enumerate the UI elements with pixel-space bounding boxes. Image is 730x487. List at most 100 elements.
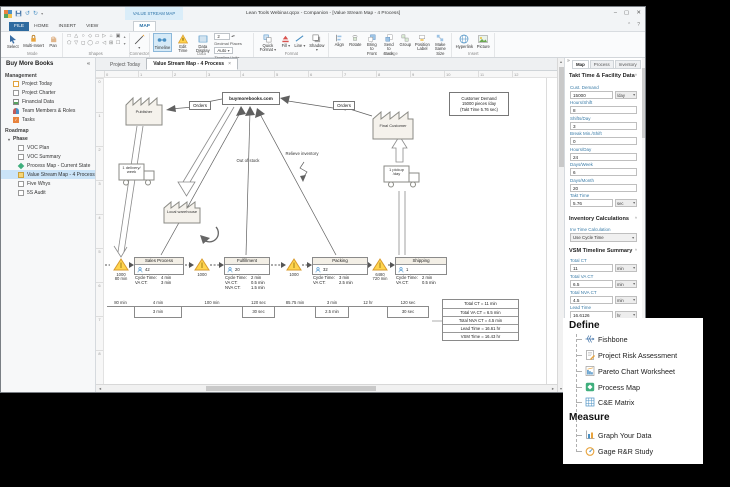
shape-icon[interactable]: ⌂ xyxy=(108,33,115,40)
spinner-icons[interactable]: ▴▾ xyxy=(231,35,234,38)
align-button[interactable]: Align xyxy=(332,33,346,48)
flyout-item-project-risk[interactable]: Project Risk Assessment xyxy=(576,350,677,360)
shape-icon[interactable]: ▽ xyxy=(73,40,80,47)
help-icon[interactable]: ? xyxy=(637,22,640,28)
unit-select[interactable]: min▾ xyxy=(615,296,637,304)
shifts-day-input[interactable]: 3 xyxy=(570,122,637,130)
collapse-ribbon-icon[interactable]: ⌃ xyxy=(627,22,631,28)
takt-time-input[interactable]: 5.76 xyxy=(570,199,613,207)
orders-label-left[interactable]: Orders xyxy=(189,101,211,110)
shape-icon[interactable]: ◯ xyxy=(87,40,94,47)
chevron-up-icon[interactable]: ^ xyxy=(635,216,637,222)
timeline-summary-table[interactable]: Total CT = 11 minTotal VA CT = 6.5 minTo… xyxy=(442,299,519,341)
tab-home[interactable]: HOME xyxy=(29,22,53,31)
sidebar-item-five-whys[interactable]: Five Whys xyxy=(1,179,95,188)
shape-icon[interactable]: △ xyxy=(73,33,80,40)
total-nva-ct-value[interactable]: 4.5 xyxy=(570,296,613,304)
scrollbar-thumb[interactable] xyxy=(642,68,645,138)
sidebar-collapse-icon[interactable]: « xyxy=(87,61,90,67)
tab-file[interactable]: FILE xyxy=(9,22,29,31)
sidebar-item-5s-audit[interactable]: 5S Audit xyxy=(1,188,95,197)
inv-calc-select[interactable]: Use Cycle Time▾ xyxy=(570,233,637,242)
process-box-shipping[interactable]: Shipping 1 Cycle Time:2 min VA CT:0.5 mi… xyxy=(395,257,447,285)
qat-dropdown-icon[interactable]: ▾ xyxy=(41,12,43,16)
panel-expand-icon[interactable]: » xyxy=(567,58,570,64)
unit-select[interactable]: min▾ xyxy=(615,264,637,272)
close-tab-icon[interactable]: × xyxy=(228,61,231,67)
pickup-truck-shape[interactable]: 1 pickup /day xyxy=(383,163,421,191)
decimal-places-value[interactable]: 2 xyxy=(214,33,230,40)
fill-button[interactable]: Fill ▾ xyxy=(280,33,291,49)
out-of-stock-label[interactable]: Out of stock xyxy=(226,158,270,163)
shape-icon[interactable]: ⊞ xyxy=(108,40,115,47)
shape-icon[interactable]: ◻ xyxy=(80,40,87,47)
sidebar-item-voc-plan[interactable]: VOC Plan xyxy=(1,143,95,152)
sidebar-item-value-stream-map[interactable]: Value Stream Map - 4 Process xyxy=(1,170,95,179)
flyout-item-ce-matrix[interactable]: C&E Matrix xyxy=(576,397,634,407)
process-box-packing[interactable]: Packing 32 Cycle Time:3 min VA CT:2.5 mi… xyxy=(312,257,368,285)
minimize-button[interactable]: – xyxy=(614,10,617,16)
flyout-item-process-map[interactable]: Process Map xyxy=(576,382,640,392)
multi-insert-button[interactable]: Multi-Insert xyxy=(22,33,46,49)
phase-node[interactable]: ▾Phase xyxy=(1,134,95,143)
process-box-sales[interactable]: Sales Process 42 Cycle Time:4 min VA CT:… xyxy=(134,257,184,285)
shape-icon[interactable]: ◁ xyxy=(101,40,108,47)
sidebar-item-project-charter[interactable]: Project Charter xyxy=(1,88,95,97)
close-button[interactable]: ✕ xyxy=(636,10,641,16)
shape-icon[interactable]: ⬠ xyxy=(66,40,73,47)
shape-icon[interactable]: ▱ xyxy=(94,40,101,47)
scroll-down-icon[interactable]: ▾ xyxy=(124,41,126,46)
scroll-up-icon[interactable]: ▴ xyxy=(124,34,126,39)
unit-select[interactable]: /day▾ xyxy=(615,91,637,99)
shape-palette-scroll[interactable]: ▴ ▾ xyxy=(124,33,126,46)
tab-insert[interactable]: INSERT xyxy=(54,22,82,31)
total-ct-value[interactable]: 11 xyxy=(570,264,613,272)
shape-palette[interactable]: □△○◇▭▷⌂▣ ⬠▽◻◯▱◁⊞☐ xyxy=(66,33,122,47)
flyout-item-fishbone[interactable]: Fishbone xyxy=(576,334,628,344)
flyout-item-pareto[interactable]: Pareto Chart Worksheet xyxy=(576,366,675,376)
warehouse-shape[interactable]: Local warehouse xyxy=(163,198,201,226)
unit-select[interactable]: min▾ xyxy=(615,280,637,288)
summary-section-header[interactable]: VSM Timeline Summary^ xyxy=(569,248,637,254)
flyout-item-gage-rr[interactable]: Gage R&R Study xyxy=(576,446,653,456)
position-label-button[interactable]: Position Label xyxy=(414,33,430,53)
timeline-button[interactable]: Timeline xyxy=(153,33,173,52)
inventory-section-header[interactable]: Inventory Calculations^ xyxy=(569,216,637,222)
cust-demand-input[interactable]: 15000 xyxy=(570,91,613,99)
scroll-left-icon[interactable]: ◂ xyxy=(96,385,104,393)
process-box-fulfillment[interactable]: Fulfillment 20 Cycle Time:2 min VA CT:0.… xyxy=(224,257,270,290)
days-week-input[interactable]: 6 xyxy=(570,168,637,176)
tab-view[interactable]: VIEW xyxy=(81,22,103,31)
unit-select[interactable]: sec▾ xyxy=(615,199,637,207)
shape-icon[interactable]: ○ xyxy=(80,33,87,40)
publisher-factory-shape[interactable]: Publisher xyxy=(125,92,163,126)
inventory-triangle[interactable]: 1000 xyxy=(286,258,302,277)
shape-icon[interactable]: ▷ xyxy=(101,33,108,40)
select-button[interactable]: Select xyxy=(6,33,20,50)
panel-tab-inventory[interactable]: Inventory xyxy=(615,60,641,68)
vsm-sheet[interactable]: buymorebooks.com Orders Orders Publisher… xyxy=(104,78,557,384)
central-company-box[interactable]: buymorebooks.com xyxy=(222,92,280,105)
undo-icon[interactable]: ↺ xyxy=(25,11,30,17)
doc-tab-vsm[interactable]: Value Stream Map - 4 Process× xyxy=(146,58,238,70)
tab-map[interactable]: MAP xyxy=(133,21,156,31)
customer-demand-box[interactable]: Customer Demand 15000 pieces /day (Takt … xyxy=(449,92,509,116)
total-va-ct-value[interactable]: 6.5 xyxy=(570,280,613,288)
sidebar-item-voc-summary[interactable]: VOC Summary xyxy=(1,152,95,161)
flyout-item-graph-data[interactable]: Graph Your Data xyxy=(576,430,652,440)
shape-icon[interactable]: ▭ xyxy=(94,33,101,40)
delivery-truck-shape[interactable]: 1 delivery/ week xyxy=(118,161,156,189)
shape-icon[interactable]: ☐ xyxy=(115,40,122,47)
hours-shift-input[interactable]: 8 xyxy=(570,106,637,114)
hyperlink-button[interactable]: Hyperlink xyxy=(455,33,473,50)
shape-icon[interactable]: ▣ xyxy=(115,33,122,40)
group-button[interactable]: Group xyxy=(398,33,412,48)
inventory-triangle[interactable]: 6480 720 min xyxy=(372,258,388,282)
shape-icon[interactable]: □ xyxy=(66,33,73,40)
shape-icon[interactable]: ◇ xyxy=(87,33,94,40)
sidebar-item-team-members[interactable]: Team Members & Roles xyxy=(1,106,95,115)
panel-tab-process[interactable]: Process xyxy=(590,60,614,68)
takt-section-header[interactable]: Takt Time & Facility Data^ xyxy=(569,73,637,79)
vsm-timeline[interactable]: 80 min 4 min3 min 100 min 120 sec30 sec … xyxy=(107,299,429,318)
doc-tab-project-today[interactable]: Project Today xyxy=(104,60,146,70)
